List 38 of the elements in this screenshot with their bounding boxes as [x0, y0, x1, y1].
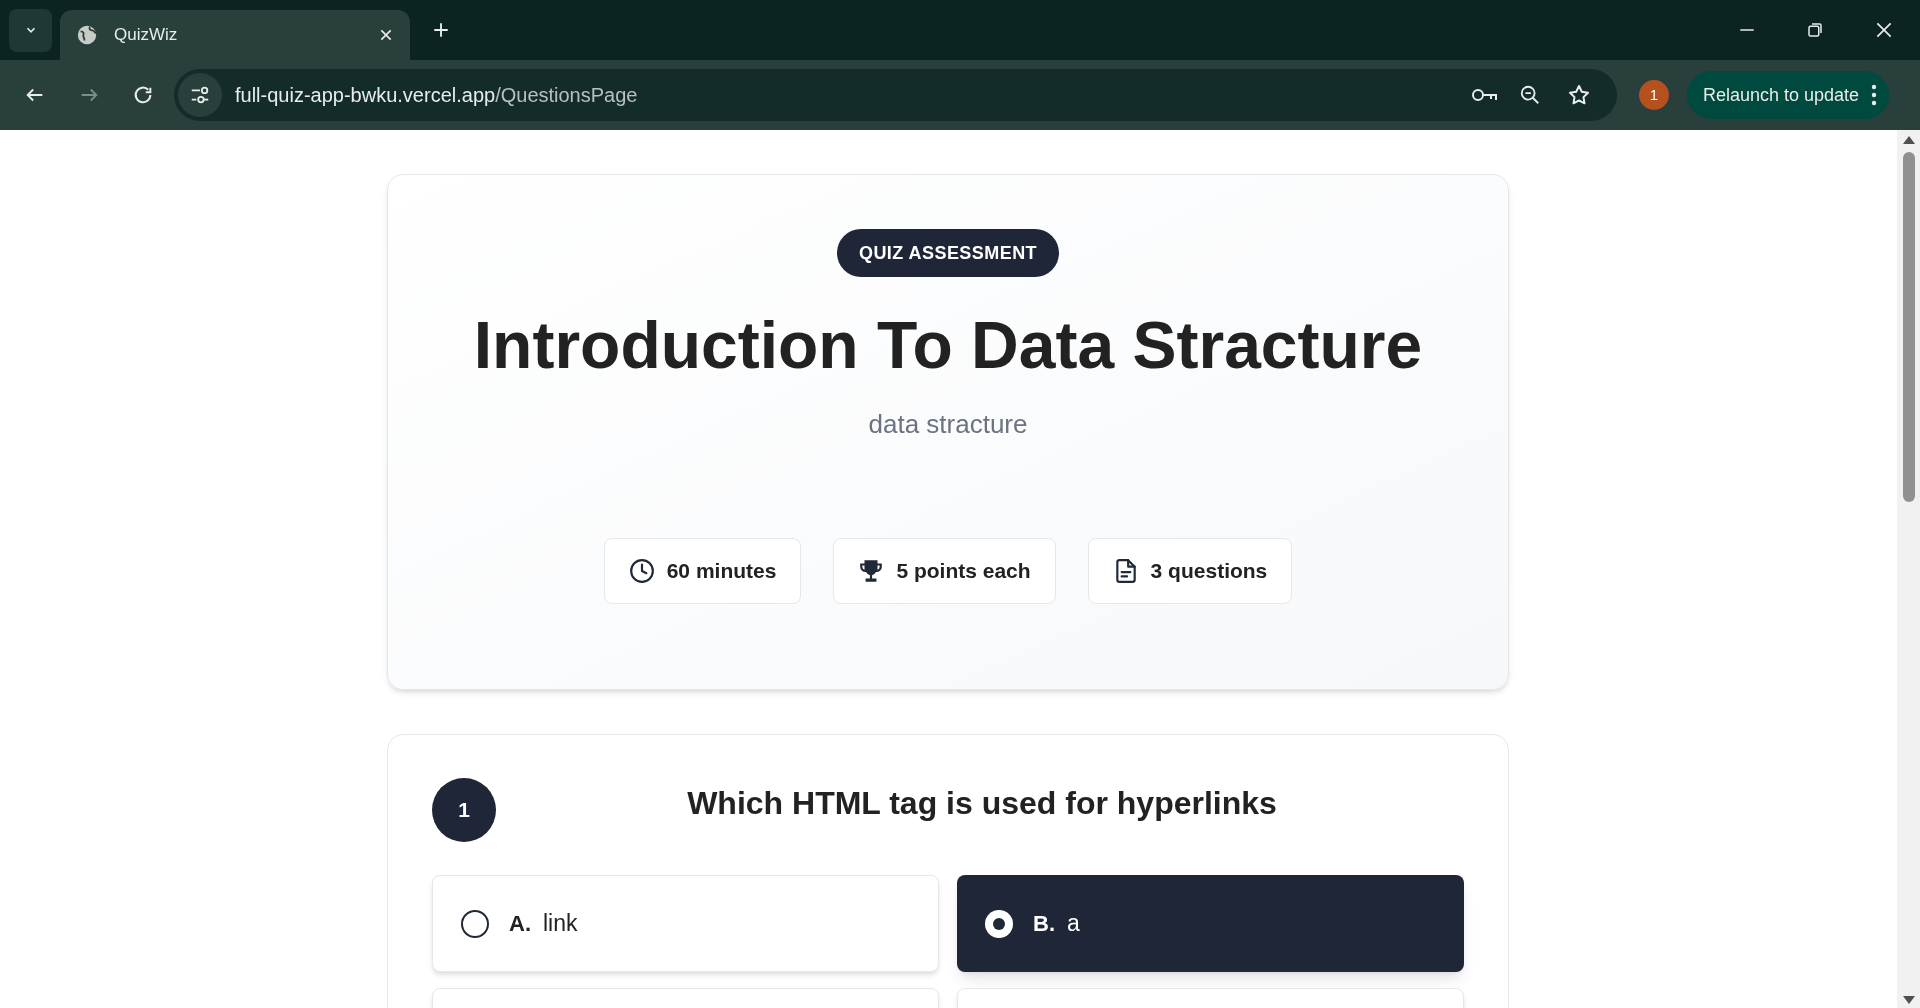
scroll-down-icon[interactable] — [1902, 996, 1915, 1004]
radio-button[interactable] — [461, 909, 489, 938]
address-bar[interactable]: full-quiz-app-bwku.vercel.app/QuestionsPage — [174, 69, 1617, 121]
scroll-up-icon[interactable] — [1902, 136, 1915, 144]
option-letter: B. — [1033, 910, 1055, 938]
more-vertical-icon[interactable] — [1871, 84, 1878, 106]
trophy-icon — [858, 558, 885, 584]
reload-icon[interactable] — [132, 84, 154, 106]
option-text: a — [1067, 909, 1080, 939]
relaunch-update-button[interactable]: Relaunch to update — [1687, 71, 1890, 119]
zoom-out-icon[interactable] — [1519, 84, 1541, 106]
restore-icon[interactable] — [1806, 21, 1824, 39]
scrollbar[interactable] — [1897, 130, 1920, 1008]
new-tab-icon[interactable] — [432, 21, 450, 39]
answer-option[interactable]: A. link — [432, 875, 939, 972]
stat-label: 3 questions — [1150, 558, 1268, 585]
profile-notification-badge[interactable]: 1 — [1639, 80, 1669, 110]
quiz-badge: QUIZ ASSESSMENT — [836, 229, 1060, 277]
answer-option[interactable]: B. a — [957, 875, 1464, 972]
stat-label: 5 points each — [896, 558, 1031, 585]
site-settings-icon[interactable] — [189, 84, 211, 106]
close-window-icon[interactable] — [1874, 20, 1894, 40]
browser-tab[interactable]: QuizWiz — [60, 10, 410, 60]
bookmark-star-icon[interactable] — [1567, 83, 1591, 107]
quiz-title: Introduction To Data Stracture — [473, 307, 1423, 384]
option-text: link — [543, 909, 578, 939]
scrollbar-thumb[interactable] — [1902, 152, 1915, 502]
close-icon[interactable] — [378, 27, 394, 43]
globe-icon — [76, 24, 98, 46]
url-text: full-quiz-app-bwku.vercel.app/QuestionsPage — [235, 83, 638, 108]
option-letter: A. — [509, 910, 531, 938]
clock-icon — [628, 558, 655, 584]
question-text: Which HTML tag is used for hyperlinks — [686, 784, 1278, 823]
stat-label: 60 minutes — [666, 558, 777, 585]
tab-title: QuizWiz — [114, 24, 178, 47]
question-number: 1 — [432, 778, 496, 842]
radio-button[interactable] — [985, 909, 1013, 938]
quiz-subtitle: data stracture — [868, 408, 1028, 441]
